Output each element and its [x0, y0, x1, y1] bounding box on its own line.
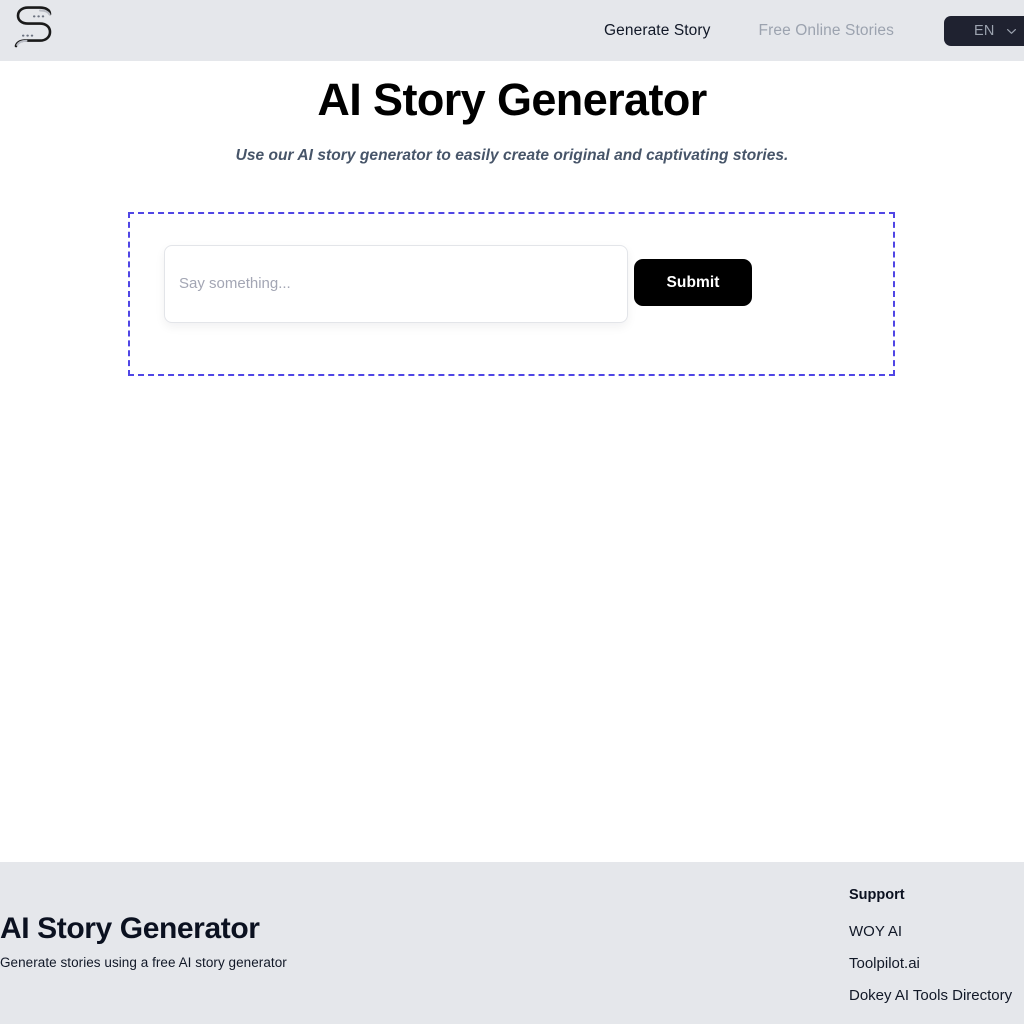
footer-link-woy-ai[interactable]: WOY AI: [849, 924, 1024, 939]
language-selector[interactable]: EN: [944, 16, 1024, 46]
story-generator-form: Submit: [164, 245, 752, 323]
nav-link-free-online-stories[interactable]: Free Online Stories: [759, 23, 894, 39]
nav-link-generate-story[interactable]: Generate Story: [604, 23, 711, 39]
footer-title: AI Story Generator: [0, 912, 260, 945]
story-prompt-input[interactable]: [164, 245, 628, 323]
story-generator-panel: Submit: [128, 212, 895, 376]
hero-section: AI Story Generator Use our AI story gene…: [0, 61, 1024, 165]
page-subtitle: Use our AI story generator to easily cre…: [235, 147, 789, 165]
footer-tagline: Generate stories using a free AI story g…: [0, 955, 287, 970]
page-title: AI Story Generator: [317, 74, 707, 125]
site-logo[interactable]: [4, 5, 62, 53]
footer-link-toolpilot-ai[interactable]: Toolpilot.ai: [849, 956, 1024, 971]
site-header: Generate Story Free Online Stories EN: [0, 0, 1024, 61]
footer-support-heading: Support: [849, 887, 905, 903]
serpentine-s-logo-icon: [4, 5, 62, 53]
footer-brand: AI Story Generator Generate stories usin…: [0, 912, 287, 970]
footer-link-dokey-ai-tools-directory[interactable]: Dokey AI Tools Directory: [849, 988, 1024, 1003]
main-navigation: Generate Story Free Online Stories: [604, 0, 894, 61]
chevron-down-icon: [1006, 25, 1017, 36]
footer-support-column: Support WOY AI Toolpilot.ai Dokey AI Too…: [849, 888, 1024, 1020]
site-footer: AI Story Generator Generate stories usin…: [0, 862, 1024, 1024]
language-selector-label: EN: [974, 22, 995, 39]
submit-button[interactable]: Submit: [634, 259, 752, 306]
